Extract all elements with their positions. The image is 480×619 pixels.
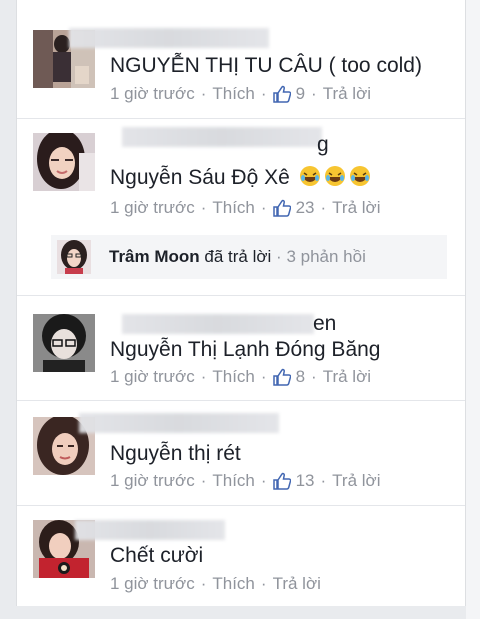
separator-dot: · [200,84,207,103]
separator-dot: · [320,198,327,217]
thumbs-up-icon [272,368,291,386]
reply-link[interactable]: Trả lời [323,84,371,104]
like-link[interactable]: Thích [212,84,255,104]
author-name-redacted[interactable] [69,28,269,48]
comment-item: NGUYỄN THỊ TU CÂU ( too cold) 1 giờ trướ… [17,0,465,118]
comment-text: Nguyễn Sáu Độ Xê [110,165,371,190]
reply-summary-text[interactable]: Trâm Moon đã trả lời · 3 phản hồi [109,247,366,267]
reply-author[interactable]: Trâm Moon [109,247,200,266]
like-count[interactable]: 8 [272,367,306,387]
comment-item: Nguyễn thị rét 1 giờ trước · Thích · 13 … [17,401,465,505]
author-name-visible-part: en [313,312,337,335]
thumbs-up-icon [272,199,291,217]
like-count-value: 8 [295,367,306,386]
laughing-emoji-icon [324,166,345,186]
separator-dot: · [260,471,267,490]
comment-text: Nguyễn thị rét [110,442,241,465]
comment-item: en Nguyễn Thị Lạnh Đóng Băng 1 giờ trước… [17,296,465,400]
separator-dot: · [200,367,207,386]
comment-meta: 1 giờ trước · Thích · Trả lời [110,574,321,594]
separator-dot: · [260,574,267,593]
comment-meta: 1 giờ trước · Thích · 13 · Trả lời [110,471,380,491]
reply-count[interactable]: 3 phản hồi [286,247,365,266]
comment-text: Nguyễn Thị Lạnh Đóng Băng [110,338,381,361]
author-name-redacted[interactable] [79,413,279,433]
comment-item: Chết cười 1 giờ trước · Thích · Trả lời [17,506,465,606]
reply-action: đã trả lời [204,247,272,266]
comment-time[interactable]: 1 giờ trước [110,574,195,594]
comment-meta: 1 giờ trước · Thích · 23 · Trả lời [110,198,380,218]
avatar[interactable] [33,314,95,372]
separator-dot: · [311,367,317,386]
separator-dot: · [320,471,327,490]
separator-dot: · [260,84,267,103]
like-count-value: 23 [295,198,315,217]
like-count[interactable]: 23 [272,198,315,218]
reply-link[interactable]: Trả lời [273,574,321,594]
laughing-emoji-icon [299,166,320,186]
reply-link[interactable]: Trả lời [332,471,380,491]
reply-link[interactable]: Trả lời [323,367,371,387]
laughing-emoji-icon [349,166,370,186]
comment-time[interactable]: 1 giờ trước [110,367,195,387]
like-link[interactable]: Thích [212,198,255,218]
reply-link[interactable]: Trả lời [332,198,380,218]
comment-time[interactable]: 1 giờ trước [110,471,195,491]
like-count-value: 9 [295,84,306,103]
like-link[interactable]: Thích [212,367,255,387]
comment-time[interactable]: 1 giờ trước [110,84,195,104]
thumbs-up-icon [272,85,291,103]
separator-dot: · [200,471,207,490]
comment-text: NGUYỄN THỊ TU CÂU ( too cold) [110,54,422,77]
like-link[interactable]: Thích [212,574,255,594]
comment-meta: 1 giờ trước · Thích · 8 · Trả lời [110,367,371,387]
like-link[interactable]: Thích [212,471,255,491]
comment-text: Chết cười [110,544,204,567]
comment-list: NGUYỄN THỊ TU CÂU ( too cold) 1 giờ trướ… [16,0,466,606]
comment-meta: 1 giờ trước · Thích · 9 · Trả lời [110,84,371,104]
scrollbar[interactable] [466,0,480,619]
replies-summary[interactable]: Trâm Moon đã trả lời · 3 phản hồi [51,235,447,279]
like-count-value: 13 [295,471,315,490]
like-count[interactable]: 9 [272,84,306,104]
separator-dot: · [260,367,267,386]
separator-dot: · [311,84,317,103]
avatar[interactable] [33,133,95,191]
author-name-redacted[interactable] [122,314,314,334]
author-name-visible-part: g [317,133,329,156]
separator-dot: · [260,198,267,217]
separator-dot: · [276,247,287,266]
comment-text-content: Nguyễn Sáu Độ Xê [110,166,290,189]
like-count[interactable]: 13 [272,471,315,491]
author-name-redacted[interactable] [75,520,225,540]
separator-dot: · [200,574,207,593]
comment-time[interactable]: 1 giờ trước [110,198,195,218]
separator-dot: · [200,198,207,217]
comment-item: g Nguyễn Sáu Độ Xê 1 giờ trước · Thích ·… [17,119,465,295]
author-name-redacted[interactable] [122,127,322,147]
thumbs-up-icon [272,472,291,490]
avatar [57,240,91,274]
